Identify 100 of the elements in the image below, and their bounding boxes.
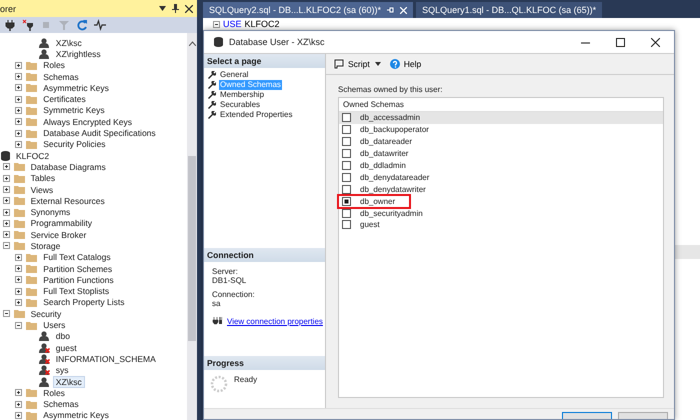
tree-item[interactable]: XZ\rightless <box>52 48 104 60</box>
expand-icon[interactable] <box>15 288 22 295</box>
collapse-icon[interactable] <box>2 242 10 250</box>
document-tab[interactable]: SQLQuery2.sql - DB...L.KLFOC2 (sa (60))* <box>203 2 414 18</box>
expand-icon[interactable] <box>15 118 22 126</box>
checkbox[interactable] <box>342 149 351 158</box>
tree-item[interactable]: Partition Schemes <box>40 262 116 275</box>
page-item[interactable]: Extended Properties <box>219 110 294 120</box>
tree-item[interactable]: Service Broker <box>28 228 90 241</box>
checkbox[interactable] <box>342 208 351 218</box>
tree-item[interactable]: Asymmetric Keys <box>40 409 112 420</box>
expand-icon[interactable] <box>15 84 22 92</box>
tree-item[interactable]: Full Text Stoplists <box>40 285 112 298</box>
close-icon[interactable] <box>651 38 660 46</box>
expand-icon[interactable] <box>15 96 22 103</box>
script-button[interactable]: Script <box>334 59 370 69</box>
scrollbar-thumb[interactable] <box>188 156 196 341</box>
collapse-icon[interactable] <box>2 310 10 318</box>
tree-item[interactable]: Asymmetric Keys <box>40 82 112 94</box>
checkbox[interactable] <box>342 113 351 122</box>
dropdown-icon[interactable] <box>159 6 166 11</box>
checkbox[interactable] <box>342 220 351 230</box>
tree-item[interactable]: Users <box>40 319 68 332</box>
activity-icon[interactable] <box>94 19 106 31</box>
schema-row[interactable]: db_accessadmin <box>339 112 663 124</box>
expand-icon[interactable] <box>15 73 22 80</box>
checkbox[interactable] <box>342 125 351 134</box>
tree-item[interactable]: Tables <box>28 172 58 184</box>
tree-item[interactable]: Synonyms <box>28 206 74 218</box>
schema-row[interactable]: db_datareader <box>339 136 663 148</box>
tree-item[interactable]: Always Encrypted Keys <box>40 116 136 128</box>
page-item[interactable]: Membership <box>219 90 266 100</box>
schema-row[interactable]: db_owner <box>339 195 663 208</box>
checkbox[interactable] <box>342 137 351 146</box>
schema-row[interactable]: db_denydatawriter <box>339 183 663 196</box>
expand-icon[interactable] <box>15 254 22 261</box>
tree-item[interactable]: KLFOC2 <box>13 150 52 162</box>
tree-item[interactable]: Views <box>28 184 56 196</box>
expand-icon[interactable] <box>15 298 22 306</box>
tree-item[interactable]: Schemas <box>40 398 82 410</box>
collapse-icon[interactable] <box>15 322 22 329</box>
tree-item[interactable]: XZ\ksc <box>52 36 85 49</box>
help-button[interactable]: Help <box>390 59 422 69</box>
expand-icon[interactable] <box>2 163 10 170</box>
expand-icon[interactable] <box>2 220 10 227</box>
checkbox[interactable] <box>342 172 351 182</box>
page-item[interactable]: Securables <box>219 100 262 110</box>
refresh-icon[interactable] <box>76 19 88 31</box>
expand-icon[interactable] <box>15 276 22 284</box>
tree-item[interactable]: Database Diagrams <box>28 160 109 173</box>
tree-item[interactable]: Storage <box>28 240 64 252</box>
schema-row[interactable]: db_denydatareader <box>339 171 663 184</box>
expand-icon[interactable] <box>15 389 22 396</box>
expand-icon[interactable] <box>15 265 22 272</box>
tree-item[interactable]: Roles <box>40 386 68 399</box>
page-item[interactable]: General <box>219 70 250 80</box>
expand-icon[interactable] <box>2 186 10 193</box>
tree-item[interactable]: Certificates <box>40 93 89 106</box>
expand-icon[interactable] <box>2 197 10 204</box>
expand-icon[interactable] <box>2 208 10 216</box>
tree-item[interactable]: dbo <box>52 330 73 342</box>
close-icon[interactable] <box>185 4 193 12</box>
tree-item[interactable]: Search Property Lists <box>40 296 128 308</box>
expand-icon[interactable] <box>15 62 22 69</box>
collapse-icon[interactable] <box>213 20 220 28</box>
tree-item[interactable]: Roles <box>40 59 68 72</box>
tree-item[interactable]: Symmetric Keys <box>40 104 108 116</box>
plug-icon[interactable] <box>4 19 16 31</box>
tree-item[interactable]: Database Audit Specifications <box>40 127 159 140</box>
checkbox[interactable] <box>342 184 351 194</box>
tree-item[interactable]: Schemas <box>40 70 82 83</box>
tree-item[interactable]: Full Text Catalogs <box>40 251 114 264</box>
expand-icon[interactable] <box>2 174 10 182</box>
scroll-up-icon[interactable] <box>188 41 196 46</box>
tree-item[interactable]: XZ\ksc <box>52 376 85 388</box>
link[interactable]: View connection properties <box>227 317 323 326</box>
tree-item[interactable]: Partition Functions <box>40 274 117 286</box>
checkbox[interactable] <box>342 196 351 206</box>
scrollbar[interactable] <box>187 33 197 420</box>
unplug-icon[interactable] <box>22 19 34 31</box>
schema-row[interactable]: db_securityadmin <box>339 207 663 220</box>
tree-item[interactable]: Security <box>28 308 64 320</box>
dialog-button[interactable] <box>562 412 612 419</box>
expand-icon[interactable] <box>15 106 22 114</box>
pin-icon[interactable] <box>387 7 394 13</box>
schema-row[interactable]: db_ddladmin <box>339 160 663 172</box>
tree-item[interactable]: Programmability <box>28 217 95 230</box>
tree-item[interactable]: Security Policies <box>40 138 109 150</box>
document-tab[interactable]: SQLQuery1.sql - DB...QL.KLFOC (sa (65))* <box>416 2 602 18</box>
expand-icon[interactable] <box>15 412 22 419</box>
expand-icon[interactable] <box>2 231 10 238</box>
dropdown-icon[interactable] <box>374 62 381 66</box>
pin-icon[interactable] <box>172 4 179 13</box>
expand-icon[interactable] <box>15 130 22 137</box>
tree-item[interactable]: External Resources <box>28 194 108 207</box>
maximize-icon[interactable] <box>616 38 625 46</box>
schema-row[interactable]: guest <box>339 219 663 231</box>
expand-icon[interactable] <box>15 140 22 148</box>
schema-row[interactable]: db_backupoperator <box>339 124 663 136</box>
expand-icon[interactable] <box>15 400 22 408</box>
